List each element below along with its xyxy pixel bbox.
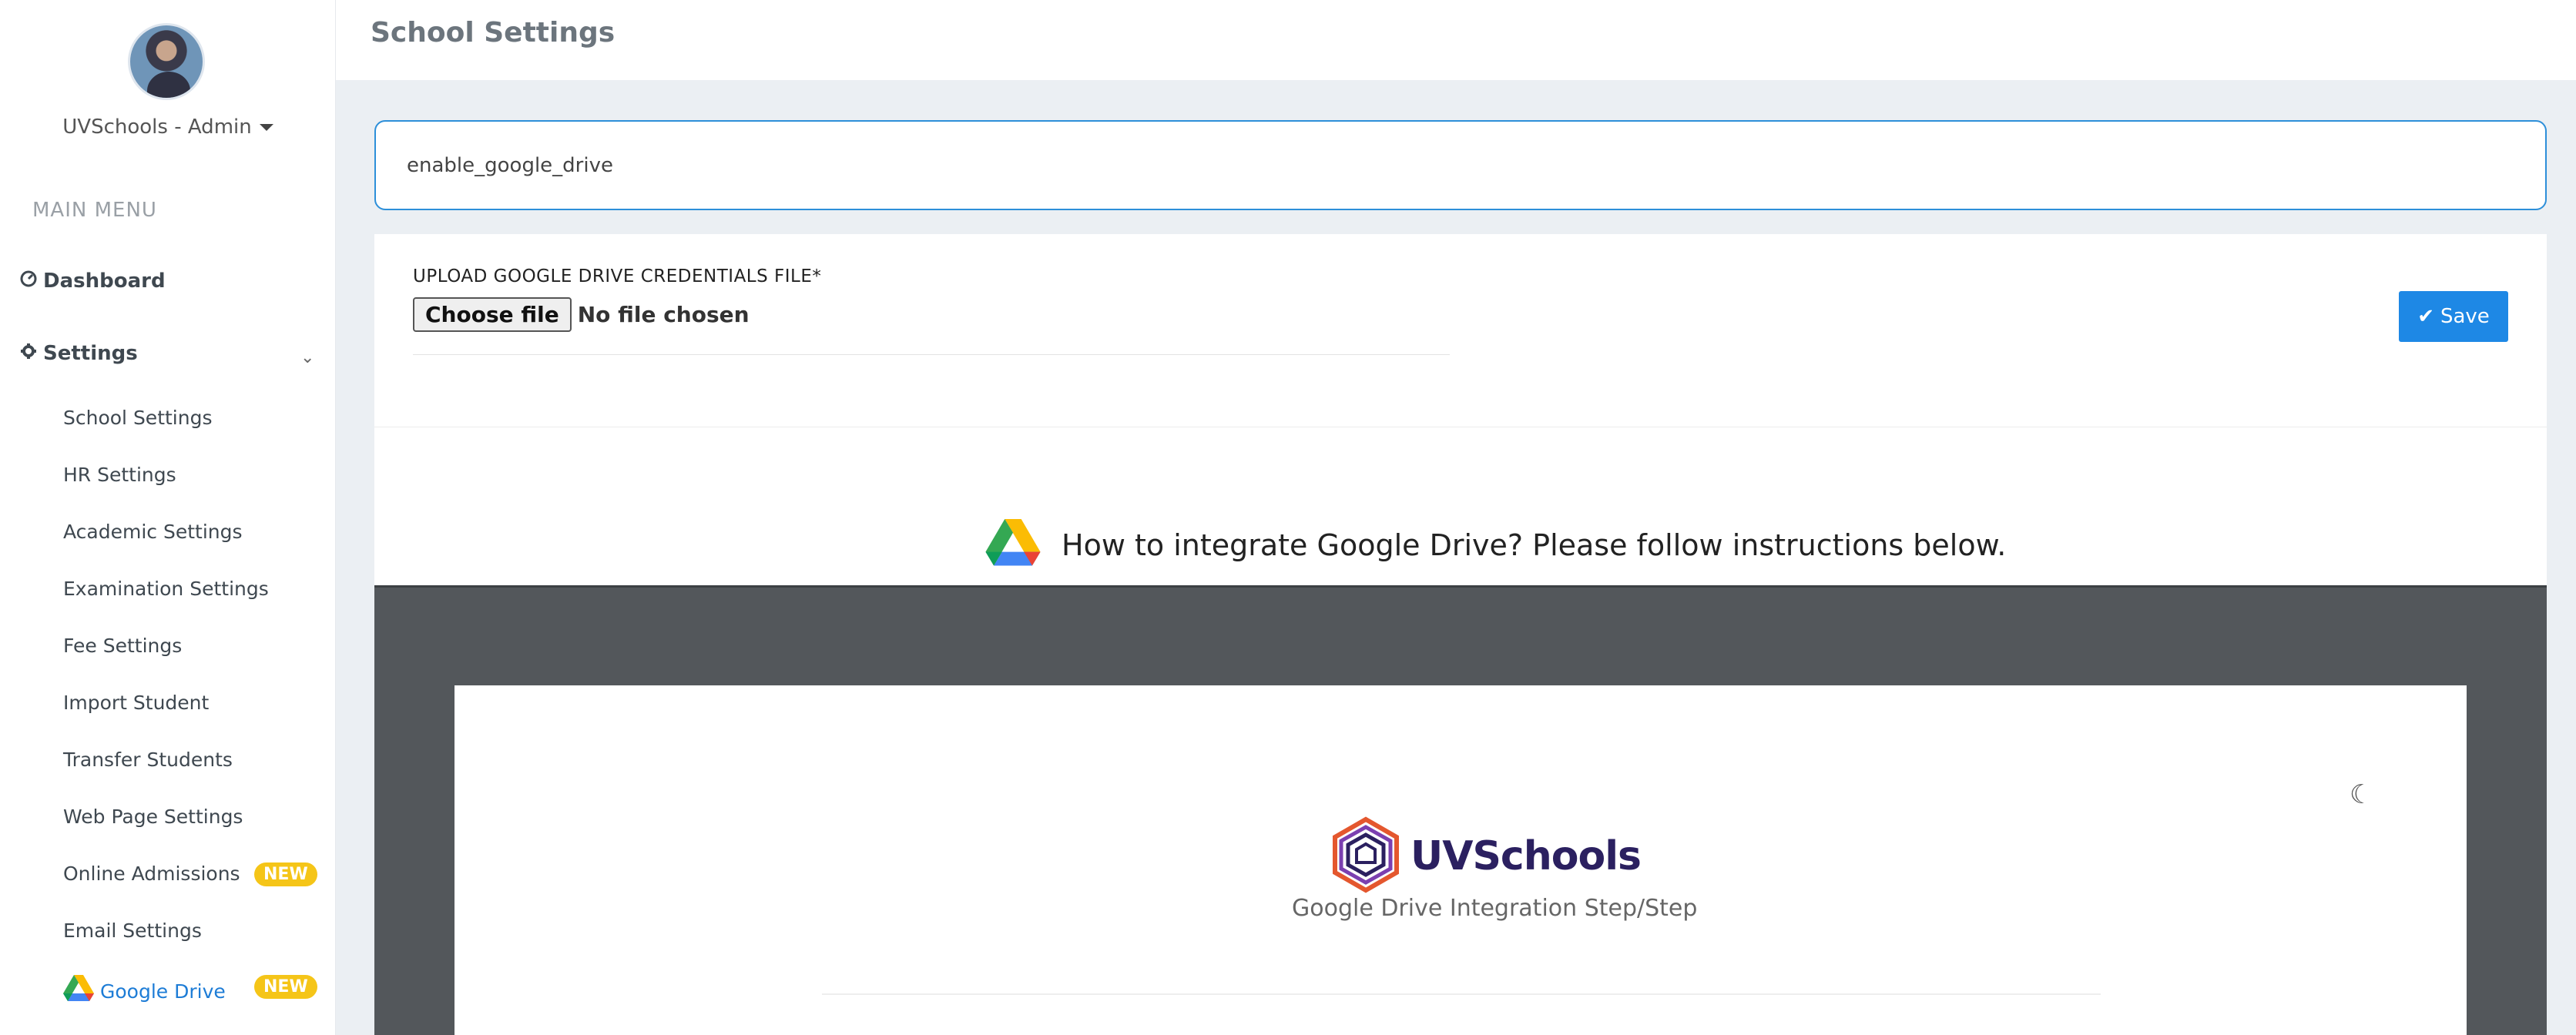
google-drive-panel: UPLOAD GOOGLE DRIVE CREDENTIALS FILE* Ch… [374,234,2547,1035]
field-underline [413,354,1450,355]
sidebar-item-google-drive-label: Google Drive [100,980,226,1003]
dashboard-icon [20,270,37,292]
nav-dashboard[interactable]: Dashboard [20,270,166,293]
top-header [336,0,2576,80]
sidebar-item-fee-settings[interactable]: Fee Settings [63,635,182,657]
document-rule [822,993,2101,995]
file-input[interactable]: Choose file No file chosen [413,297,750,332]
document-subtitle: Google Drive Integration Step/Step [1292,895,1698,922]
document-viewer[interactable]: ☾ UVSchools Google Drive Integration Ste… [374,585,2547,1035]
instructions-title: How to integrate Google Drive? Please fo… [1062,528,2007,562]
save-button[interactable]: ✔ Save [2399,291,2508,342]
sidebar-item-hr-settings[interactable]: HR Settings [63,464,176,486]
sidebar-item-examination-settings[interactable]: Examination Settings [63,578,269,600]
nav-settings[interactable]: Settings [20,342,138,365]
hexagon-logo-icon [1327,816,1404,896]
avatar[interactable] [128,23,205,100]
instructions-heading: How to integrate Google Drive? Please fo… [984,519,2006,571]
settings-search-box[interactable] [374,120,2547,210]
settings-search-input[interactable] [407,149,2487,182]
file-status: No file chosen [577,302,750,327]
save-button-label: Save [2440,305,2490,328]
sidebar-item-email-settings[interactable]: Email Settings [63,919,202,942]
new-badge: NEW [254,975,317,999]
sidebar-item-transfer-students[interactable]: Transfer Students [63,749,233,771]
gear-icon [20,343,37,364]
caret-down-icon [259,124,273,131]
sidebar-item-web-page-settings[interactable]: Web Page Settings [63,806,243,828]
document-page: ☾ UVSchools Google Drive Integration Ste… [454,685,2467,1035]
choose-file-button[interactable]: Choose file [413,297,572,332]
sidebar-item-google-drive[interactable]: Google Drive [63,975,226,1007]
new-badge: NEW [254,862,317,886]
logo-text: UVSchools [1410,833,1642,879]
google-drive-icon [63,975,94,1007]
moon-icon[interactable]: ☾ [2350,779,2373,810]
nav-settings-label: Settings [43,342,138,365]
sidebar-item-academic-settings[interactable]: Academic Settings [63,521,243,543]
page-title: School Settings [371,17,615,49]
upload-label: UPLOAD GOOGLE DRIVE CREDENTIALS FILE* [413,266,822,286]
sidebar-item-online-admissions[interactable]: Online Admissions [63,862,240,885]
uvschools-logo: UVSchools [1327,816,1642,896]
google-drive-icon [984,519,1041,571]
user-menu[interactable]: UVSchools - Admin [0,116,336,139]
user-name: UVSchools - Admin [62,116,252,139]
sidebar: UVSchools - Admin MAIN MENU Dashboard Se… [0,0,336,1035]
sidebar-item-import-student[interactable]: Import Student [63,692,209,714]
chevron-down-icon[interactable]: ⌄ [300,348,314,367]
check-icon: ✔ [2417,305,2434,328]
nav-dashboard-label: Dashboard [43,270,166,293]
menu-title: MAIN MENU [32,199,157,222]
sidebar-item-school-settings[interactable]: School Settings [63,407,212,429]
